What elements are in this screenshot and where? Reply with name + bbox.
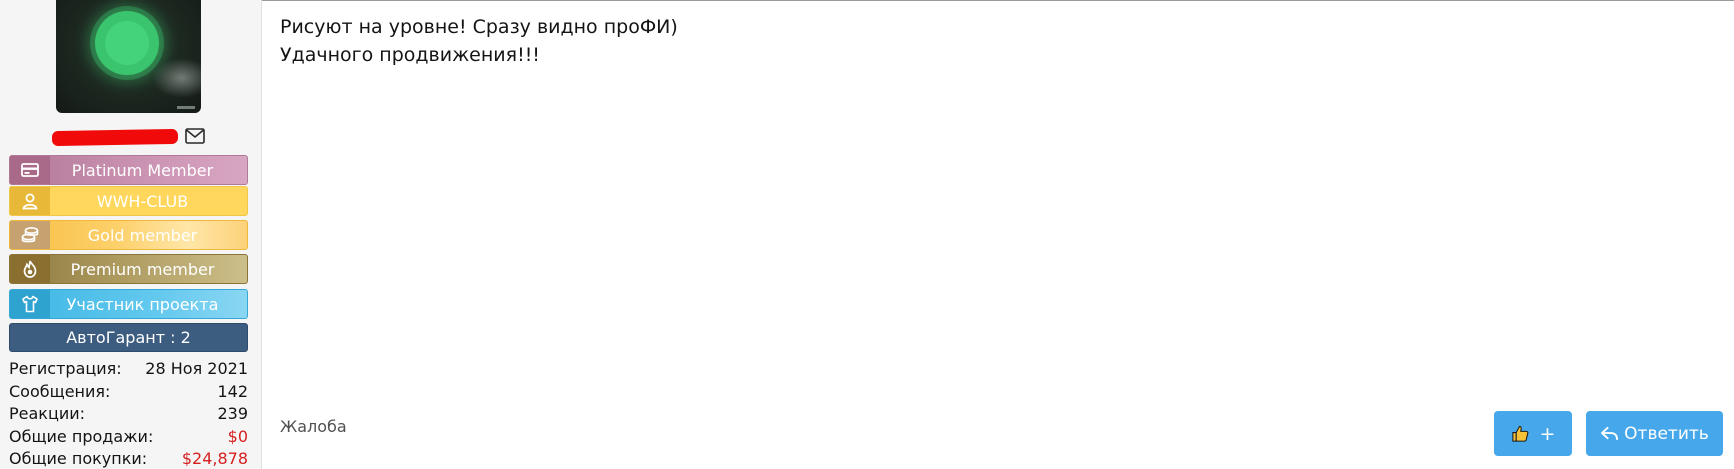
post-line: Рисуют на уровне! Сразу видно проФИ) [280, 16, 678, 38]
stat-label: Общие продажи: [9, 426, 154, 446]
shirt-icon [10, 290, 50, 318]
badge-label: WWH-CLUB [96, 191, 189, 211]
post-line: Удачного продвижения!!! [280, 44, 540, 66]
like-button[interactable]: + [1494, 411, 1572, 456]
user-avatar[interactable] [56, 0, 201, 113]
badge-wwh-club: WWH-CLUB [9, 186, 248, 216]
coins-icon [10, 221, 50, 249]
badge-label: Участник проекта [66, 294, 219, 314]
badge-auto-guarantee[interactable]: АвтоГарант : 2 [9, 323, 248, 352]
post-message: Рисуют на уровне! Сразу видно проФИ) Уда… [280, 13, 678, 69]
reply-label: Ответить [1624, 423, 1709, 444]
badge-project-member: Участник проекта [9, 289, 248, 319]
badge-platinum-member: Platinum Member [9, 155, 248, 185]
stat-label: Сообщения: [9, 381, 111, 401]
envelope-icon[interactable] [185, 128, 205, 144]
fire-icon [10, 255, 50, 283]
avatar-seal-graphic [95, 11, 159, 75]
stat-value: 28 Ноя 2021 [145, 359, 248, 378]
stat-value: $24,878 [181, 449, 248, 468]
badge-label: Platinum Member [71, 160, 214, 180]
badge-label: Premium member [70, 259, 215, 279]
stat-label: Общие покупки: [9, 449, 148, 468]
badge-premium-member: Premium member [9, 254, 248, 284]
stat-label: Регистрация: [9, 359, 122, 378]
stat-reactions: Реакции: 239 [9, 403, 248, 426]
stat-registration: Регистрация: 28 Ноя 2021 [9, 358, 248, 381]
user-stats: Регистрация: 28 Ноя 2021 Сообщения: 142 … [9, 358, 248, 469]
user-sidebar: Platinum Member WWH-CLUB Gold member Pre… [0, 0, 262, 469]
stat-value: 142 [217, 381, 248, 401]
reply-button[interactable]: Ответить [1586, 411, 1723, 456]
badge-gold-member: Gold member [9, 220, 248, 250]
like-plus-label: + [1539, 422, 1556, 445]
card-icon [10, 156, 50, 184]
report-link[interactable]: Жалоба [280, 417, 347, 436]
stat-messages: Сообщения: 142 [9, 381, 248, 404]
stat-value: 239 [217, 404, 248, 423]
guarantee-label: АвтоГарант : 2 [66, 328, 191, 347]
thumbs-up-icon [1511, 424, 1530, 443]
username-redacted[interactable] [51, 128, 179, 147]
badge-label: Gold member [87, 225, 198, 245]
stat-total-sales: Общие продажи: $0 [9, 426, 248, 449]
user-icon [10, 187, 50, 215]
reply-arrow-icon [1600, 425, 1619, 442]
stat-value: $0 [227, 426, 248, 446]
stat-label: Реакции: [9, 404, 86, 423]
stat-total-purchases: Общие покупки: $24,878 [9, 448, 248, 469]
